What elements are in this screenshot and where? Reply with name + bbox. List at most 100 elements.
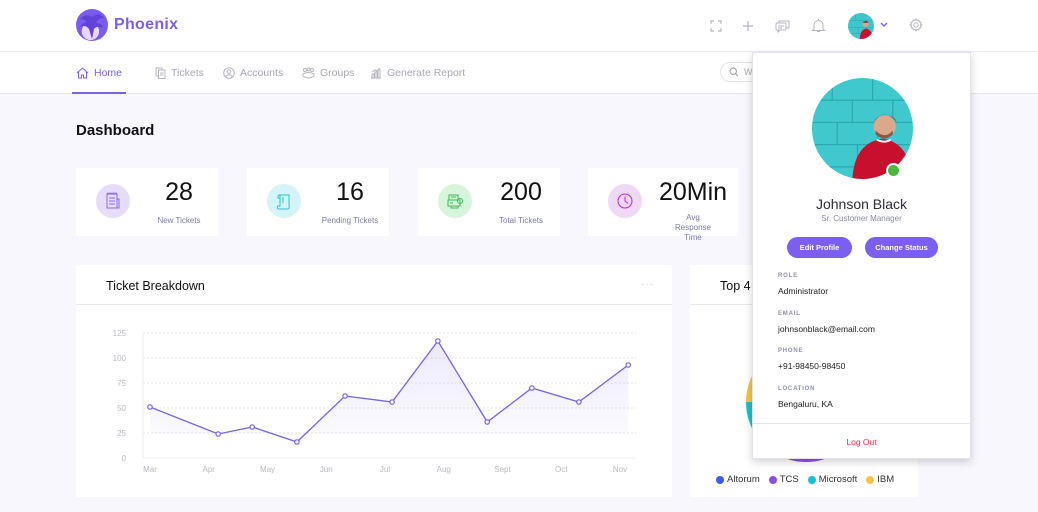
- legend-dot: [807, 475, 816, 484]
- chevron-down-icon[interactable]: [877, 17, 891, 31]
- logout-button[interactable]: Log Out: [753, 437, 970, 447]
- nav-label: Home: [94, 67, 123, 79]
- stat-value: 16: [336, 178, 364, 206]
- legend-item[interactable]: Microsoft: [807, 474, 858, 485]
- data-point: [389, 399, 395, 405]
- data-point: [294, 439, 300, 445]
- data-point: [342, 393, 348, 399]
- search-icon: [729, 67, 739, 77]
- online-status-indicator: [886, 163, 901, 178]
- edit-profile-button[interactable]: Edit Profile: [787, 237, 852, 258]
- legend-label: Microsoft: [818, 474, 858, 485]
- phoenix-logo-icon: [76, 9, 108, 41]
- stat-value: 200: [500, 178, 542, 206]
- data-point: [435, 338, 441, 344]
- data-point: [484, 419, 491, 425]
- nav-item-tickets[interactable]: Tickets: [155, 52, 204, 94]
- chat-icon[interactable]: [771, 15, 793, 37]
- data-point: [529, 385, 535, 391]
- report-icon: [371, 67, 381, 79]
- legend-label: IBM: [877, 474, 895, 485]
- y-tick-label: 50: [117, 404, 126, 413]
- pie-legend: Altorum TCS Microsoft IBM: [716, 474, 903, 485]
- bell-icon[interactable]: [807, 14, 829, 36]
- stat-card-avg-response: 20Min Avg Response Time: [588, 168, 738, 242]
- clock-icon: [608, 184, 642, 218]
- ticket-breakdown-card: Ticket Breakdown ··· 0 25 50 75 100 125 Mar Apr…: [76, 265, 672, 497]
- home-icon: [76, 67, 89, 79]
- x-tick-label: Oct: [555, 465, 568, 474]
- email-value: johnsonblack@email.com: [778, 324, 875, 334]
- phone-value: +91-98450-98450: [778, 361, 846, 371]
- more-options-icon[interactable]: ···: [641, 279, 654, 290]
- divider: [753, 423, 970, 424]
- legend-item[interactable]: Altorum: [716, 474, 760, 485]
- nav-label: Accounts: [240, 67, 284, 79]
- stat-label: Total Tickets: [498, 216, 543, 225]
- stat-card-pending-tickets: 16 Pending Tickets: [247, 168, 389, 236]
- x-tick-label: Nov: [613, 465, 627, 474]
- y-tick-label: 25: [117, 429, 126, 438]
- ticket-machine-icon: [438, 184, 472, 218]
- x-tick-label: Aug: [437, 465, 451, 474]
- notepad-icon: [96, 184, 130, 218]
- app-name: Phoenix: [114, 16, 179, 33]
- stat-label: Avg Response Time: [674, 213, 712, 242]
- data-point: [576, 399, 582, 405]
- legend-dot: [866, 475, 875, 484]
- location-label: LOCATION: [778, 386, 816, 392]
- nav-label: Generate Report: [387, 67, 466, 79]
- location-value: Bengaluru, KA: [778, 399, 833, 409]
- plus-icon[interactable]: [737, 15, 759, 37]
- groups-icon: [302, 67, 315, 79]
- scroll-icon: [267, 184, 301, 218]
- data-point: [625, 362, 632, 368]
- card-title: Top 4: [720, 279, 751, 293]
- phone-label: PHONE: [778, 348, 804, 354]
- email-label: EMAIL: [778, 311, 801, 317]
- nav-item-home[interactable]: Home: [71, 52, 127, 94]
- user-circle-icon: [223, 67, 235, 79]
- series-area: [150, 341, 629, 442]
- nav-label: Groups: [320, 67, 355, 79]
- x-tick-label: Jun: [320, 465, 333, 474]
- stat-value: 20Min: [658, 178, 728, 206]
- stat-label: Pending Tickets: [321, 216, 379, 225]
- y-tick-label: 75: [117, 379, 126, 388]
- legend-dot: [716, 475, 724, 484]
- logo[interactable]: Phoenix: [76, 9, 178, 41]
- fullscreen-icon[interactable]: [705, 15, 727, 37]
- x-tick-label: Apr: [203, 465, 216, 474]
- nav-item-accounts[interactable]: Accounts: [223, 52, 283, 94]
- profile-name: Johnson Black: [815, 196, 908, 212]
- role-value: Administrator: [778, 286, 829, 296]
- data-point: [249, 424, 256, 430]
- nav-label: Tickets: [171, 67, 204, 79]
- legend-dot: [768, 475, 777, 484]
- legend-label: Altorum: [727, 474, 760, 485]
- nav-item-generate-report[interactable]: Generate Report: [370, 52, 465, 94]
- top-header: Phoenix: [0, 0, 1038, 52]
- card-header: Ticket Breakdown ···: [76, 265, 672, 305]
- nav-item-groups[interactable]: Groups: [302, 52, 354, 94]
- y-tick-label: 100: [113, 354, 127, 363]
- profile-dropdown: Johnson Black Sr. Customer Manager Edit …: [752, 52, 971, 459]
- profile-title: Sr. Customer Manager: [821, 214, 902, 223]
- gear-icon[interactable]: [905, 14, 927, 36]
- ticket-breakdown-chart: 0 25 50 75 100 125 Mar Apr May Jun Jul Aug Sept Oct No…: [113, 329, 636, 474]
- legend-item[interactable]: TCS: [768, 474, 799, 485]
- x-tick-label: Jul: [380, 465, 390, 474]
- change-status-button[interactable]: Change Status: [865, 237, 938, 258]
- stat-label: New Tickets: [157, 216, 201, 225]
- data-point: [147, 404, 153, 410]
- stat-card-new-tickets: 28 New Tickets: [76, 168, 218, 236]
- tickets-icon: [155, 67, 166, 79]
- y-tick-label: 0: [122, 454, 127, 463]
- x-tick-label: May: [260, 465, 275, 474]
- role-label: ROLE: [778, 273, 798, 279]
- legend-label: TCS: [779, 474, 799, 485]
- user-avatar[interactable]: [848, 13, 874, 39]
- card-title: Ticket Breakdown: [106, 279, 205, 293]
- x-tick-label: Sept: [494, 465, 511, 474]
- legend-item[interactable]: IBM: [866, 474, 894, 485]
